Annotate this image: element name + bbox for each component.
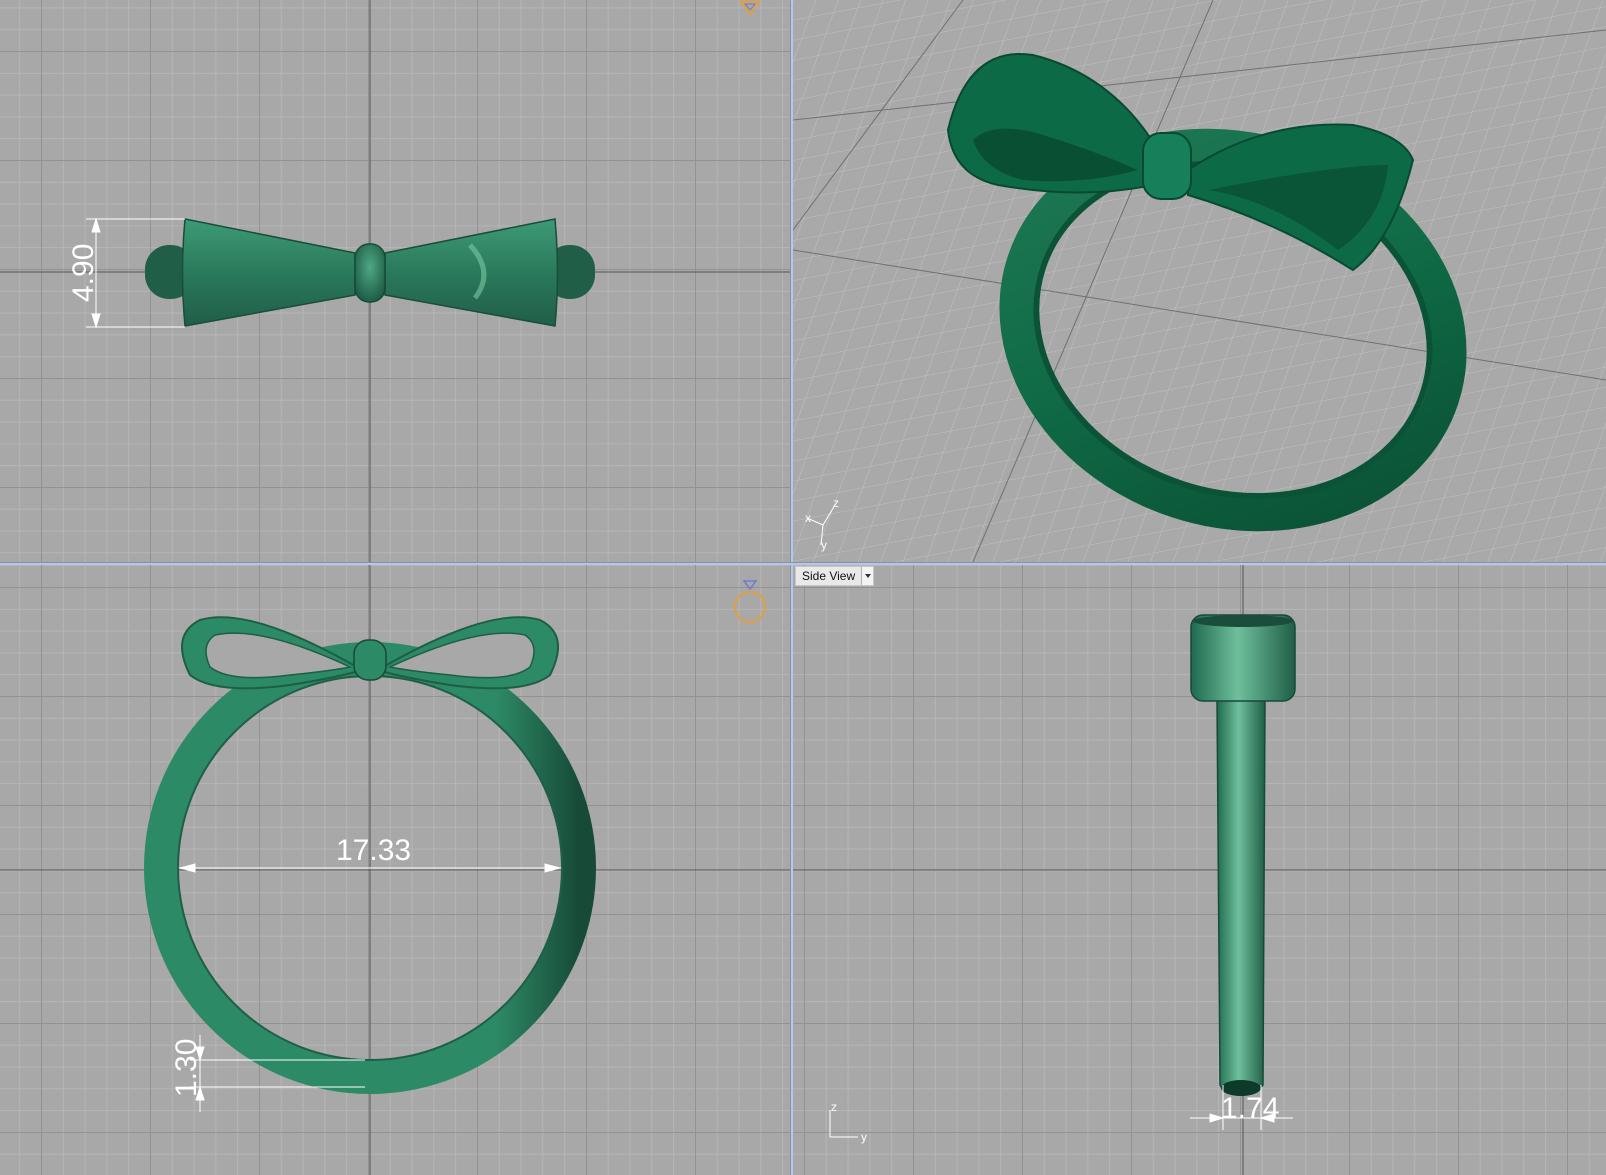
front-bow-knot — [353, 639, 387, 681]
side-bow-knot — [1190, 614, 1296, 702]
side-axis-gizmo — [829, 1110, 858, 1138]
dimension-inner-label: 17.33 — [336, 834, 411, 867]
viewport-splitter-vertical[interactable] — [790, 0, 793, 1175]
axis-label-x: x — [805, 511, 811, 525]
top-view-canvas: 4.90 — [0, 0, 790, 562]
axis-label-y: y — [821, 538, 827, 552]
dimension-height-label: 4.90 — [67, 244, 100, 302]
dimension-width-label: 1.74 — [1221, 1092, 1279, 1125]
axis-label-z: z — [833, 496, 839, 510]
top-viewport[interactable]: 4.90 — [0, 0, 790, 562]
viewport-splitter-horizontal[interactable] — [0, 562, 1606, 565]
bow-left-wing — [181, 218, 356, 327]
perspective-viewport[interactable]: x z y — [793, 0, 1606, 562]
side-viewport[interactable]: Side View 1.74 z y — [793, 565, 1606, 1175]
perspective-bow-knot — [1142, 132, 1192, 200]
front-view-canvas: 17.33 1.30 — [0, 565, 790, 1175]
side-ring-band — [1216, 699, 1266, 1096]
ring-gem-icon[interactable] — [739, 1, 761, 16]
bow-right-wing — [384, 218, 559, 327]
front-viewport[interactable]: 17.33 1.30 — [0, 565, 790, 1175]
bow-knot — [354, 243, 386, 303]
ring-gem-icon[interactable] — [734, 580, 766, 623]
dimension-thickness-label: 1.30 — [170, 1039, 203, 1097]
side-view-canvas: 1.74 z y — [793, 565, 1606, 1175]
axis-label-z: z — [831, 1100, 837, 1114]
perspective-view-canvas: x z y — [793, 0, 1606, 562]
axis-label-y: y — [861, 1130, 867, 1144]
